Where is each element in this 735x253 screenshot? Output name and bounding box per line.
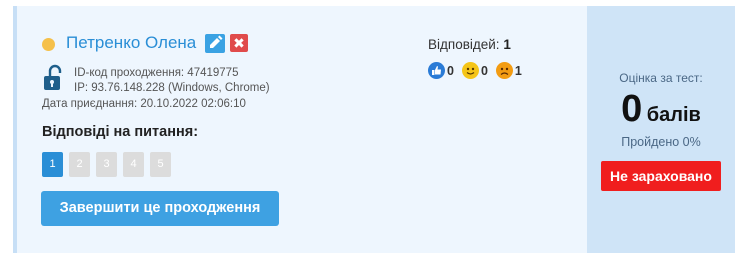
participant-name[interactable]: Петренко Олена [66, 33, 196, 53]
passed-percent: Пройдено 0% [621, 135, 701, 149]
unlock-icon [42, 64, 64, 92]
questions-label: Відповіді на питання: [42, 124, 199, 140]
finish-attempt-button[interactable]: Завершити це проходження [41, 191, 279, 226]
answers-label: Відповідей: [428, 37, 500, 52]
thumbs-up-count: 0 [447, 63, 454, 78]
score-title: Оцінка за тест: [619, 71, 703, 85]
answers-value: 1 [503, 37, 511, 52]
sad-face-count: 1 [514, 63, 522, 78]
ip-address: IP: 93.76.148.228 (Windows, Chrome) [74, 82, 270, 94]
sad-face-icon[interactable] [495, 62, 513, 79]
status-dot [42, 38, 55, 51]
edit-icon[interactable] [205, 34, 225, 53]
score-value: 0 балів [587, 88, 735, 131]
thumbs-up-icon[interactable] [428, 62, 445, 79]
attempt-id: ID-код проходження: 47419775 [74, 67, 239, 79]
question-page-2[interactable]: 2 [69, 152, 90, 177]
smile-icon[interactable] [461, 62, 479, 79]
question-pagination: 1 2 3 4 5 [42, 152, 171, 177]
join-date: Дата приєднання: 20.10.2022 02:06:10 [42, 98, 246, 110]
answers-count: Відповідей: 1 [428, 37, 511, 52]
delete-icon[interactable]: ✖ [230, 34, 248, 52]
status-badge: Не зараховано [601, 161, 721, 191]
question-page-3[interactable]: 3 [96, 152, 117, 177]
question-page-1[interactable]: 1 [42, 152, 63, 177]
score-unit: балів [646, 104, 701, 126]
smile-count: 0 [480, 63, 488, 78]
question-page-4[interactable]: 4 [123, 152, 144, 177]
question-page-5[interactable]: 5 [150, 152, 171, 177]
reactions: 0 0 1 [428, 62, 522, 79]
score-number: 0 [621, 88, 643, 130]
